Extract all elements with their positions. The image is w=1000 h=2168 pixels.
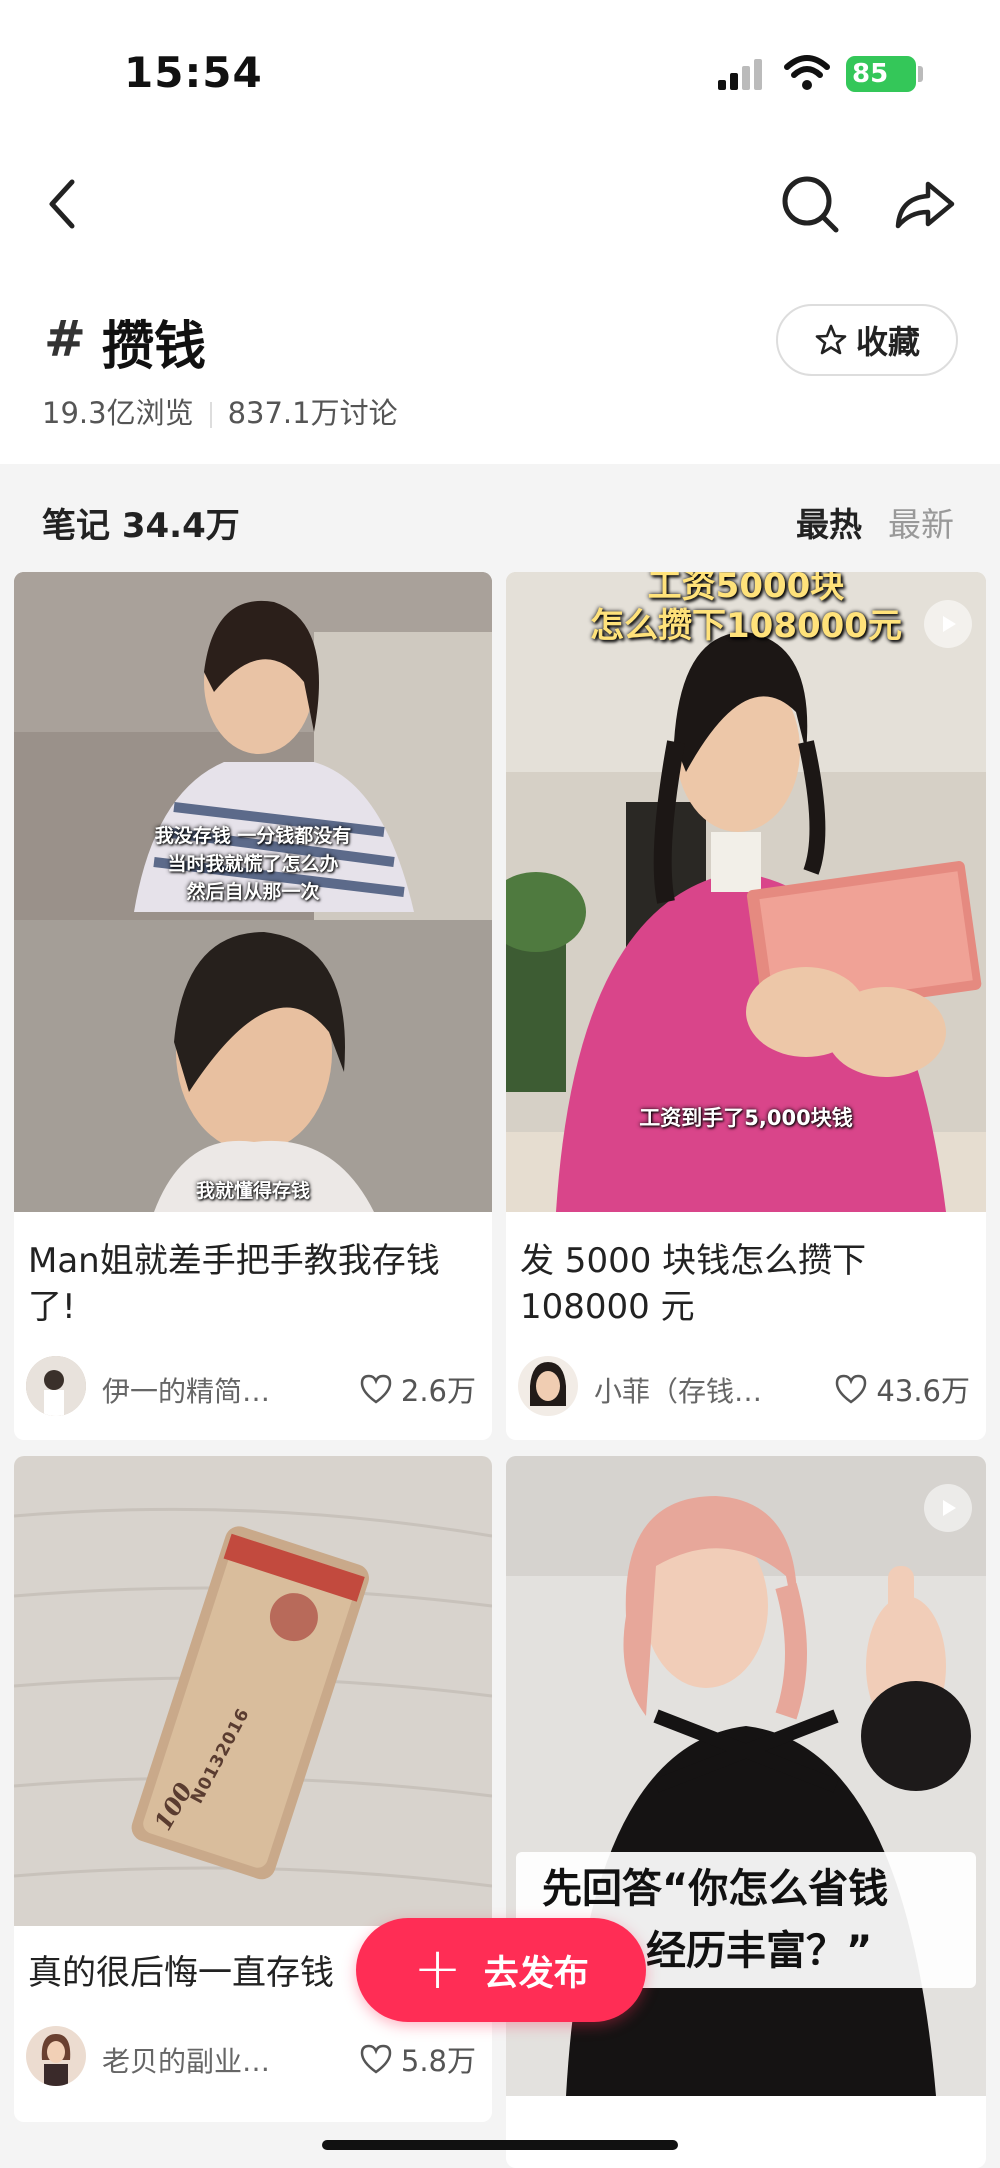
author-name: 老贝的副业…	[102, 2045, 271, 2078]
cellular-signal-icon	[718, 59, 762, 90]
plus-icon: +	[413, 1934, 462, 2002]
battery-tip	[918, 66, 923, 82]
wifi-icon	[784, 55, 830, 90]
note-card[interactable]: 工资5000块 怎么攒下108000元 工资到手了5,000块钱 发 5000 …	[506, 572, 986, 1440]
heart-icon	[360, 1374, 392, 1404]
notes-bar: 笔记 34.4万 最热 最新	[0, 472, 1000, 568]
video-subtitle-bottom: 工资到手了5,000块钱	[639, 1106, 853, 1130]
note-cover-image: 工资5000块 怎么攒下108000元 工资到手了5,000块钱	[506, 572, 986, 1212]
note-title: 发 5000 块钱怎么攒下 108000 元	[520, 1241, 867, 1327]
note-cover-image: N0132016 100	[14, 1456, 492, 1926]
author-avatar	[518, 1356, 578, 1416]
play-icon	[924, 1484, 972, 1532]
caption-line-1: 先回答“你怎么省钱	[542, 1866, 889, 1912]
favorite-label: 收藏	[855, 323, 920, 361]
note-card[interactable]: 先回答“你怎么省钱 经历丰富？”	[506, 1456, 986, 2168]
search-icon	[782, 176, 839, 233]
topic-stats: 19.3亿浏览 837.1万讨论	[42, 390, 398, 432]
like-count: 43.6万	[876, 1374, 970, 1408]
star-icon	[815, 324, 847, 355]
like-count: 2.6万	[400, 1374, 476, 1408]
favorite-button[interactable]: 收藏	[776, 304, 958, 376]
nav-bar	[0, 140, 1000, 270]
sort-hot-tab[interactable]: 最热	[796, 498, 862, 546]
home-indicator	[322, 2140, 678, 2150]
like-count: 5.8万	[400, 2044, 476, 2078]
status-bar: 15:54 85	[0, 0, 1000, 140]
author-avatar	[26, 2026, 86, 2086]
note-cover-image: 我没存钱 一分钱都没有 当时我就慌了怎么办 然后自从那一次 我就懂得存钱	[14, 572, 492, 1212]
heart-icon	[360, 2044, 392, 2074]
subtitle-line: 我没存钱 一分钱都没有	[154, 825, 352, 847]
battery-icon: 85	[846, 56, 916, 92]
sort-new-tab[interactable]: 最新	[888, 498, 954, 546]
notes-count: 笔记 34.4万	[42, 506, 240, 546]
like-button[interactable]: 43.6万	[834, 1368, 970, 1410]
caption-line-2: 经历丰富？”	[646, 1928, 873, 1974]
share-icon	[895, 181, 955, 229]
note-card[interactable]: N0132016 100 真的很后悔一直存钱 老贝的副业… 5.8万	[14, 1456, 492, 2122]
back-button[interactable]	[28, 168, 100, 240]
like-button[interactable]: 5.8万	[359, 2038, 476, 2080]
topic-views: 19.3亿浏览	[42, 396, 194, 430]
author-avatar	[26, 1356, 86, 1416]
subtitle-line: 然后自从那一次	[186, 881, 320, 903]
publish-button[interactable]: + 去发布	[356, 1918, 646, 2022]
subtitle-line: 当时我就慌了怎么办	[167, 853, 339, 875]
stats-divider	[209, 402, 212, 428]
topic-header: # 攒钱 19.3亿浏览 837.1万讨论 收藏	[0, 270, 1000, 464]
status-time: 15:54	[124, 48, 263, 97]
topic-discussions: 837.1万讨论	[227, 396, 398, 430]
heart-icon	[836, 1374, 867, 1404]
note-title: Man姐就差手把手教我存钱了!	[28, 1241, 440, 1327]
like-button[interactable]: 2.6万	[359, 1368, 476, 1410]
search-button[interactable]	[774, 168, 846, 240]
cover-headline-2: 怎么攒下108000元	[590, 606, 902, 646]
battery-level: 85	[852, 59, 889, 89]
share-button[interactable]	[888, 168, 960, 240]
hashtag-icon: #	[44, 310, 86, 368]
play-icon	[924, 600, 972, 648]
topic-title: 攒钱	[102, 317, 207, 377]
video-subtitle: 我没存钱 一分钱都没有 当时我就慌了怎么办 然后自从那一次	[14, 822, 492, 906]
cover-photo	[14, 1456, 492, 1926]
chevron-left-icon	[49, 179, 75, 229]
note-card[interactable]: 我没存钱 一分钱都没有 当时我就慌了怎么办 然后自从那一次 我就懂得存钱 Man…	[14, 572, 492, 1440]
author-name: 小菲（存钱…	[594, 1375, 763, 1408]
publish-label: 去发布	[483, 1953, 589, 1994]
video-subtitle-bottom: 我就懂得存钱	[195, 1180, 310, 1202]
author-name: 伊一的精简…	[102, 1375, 271, 1408]
